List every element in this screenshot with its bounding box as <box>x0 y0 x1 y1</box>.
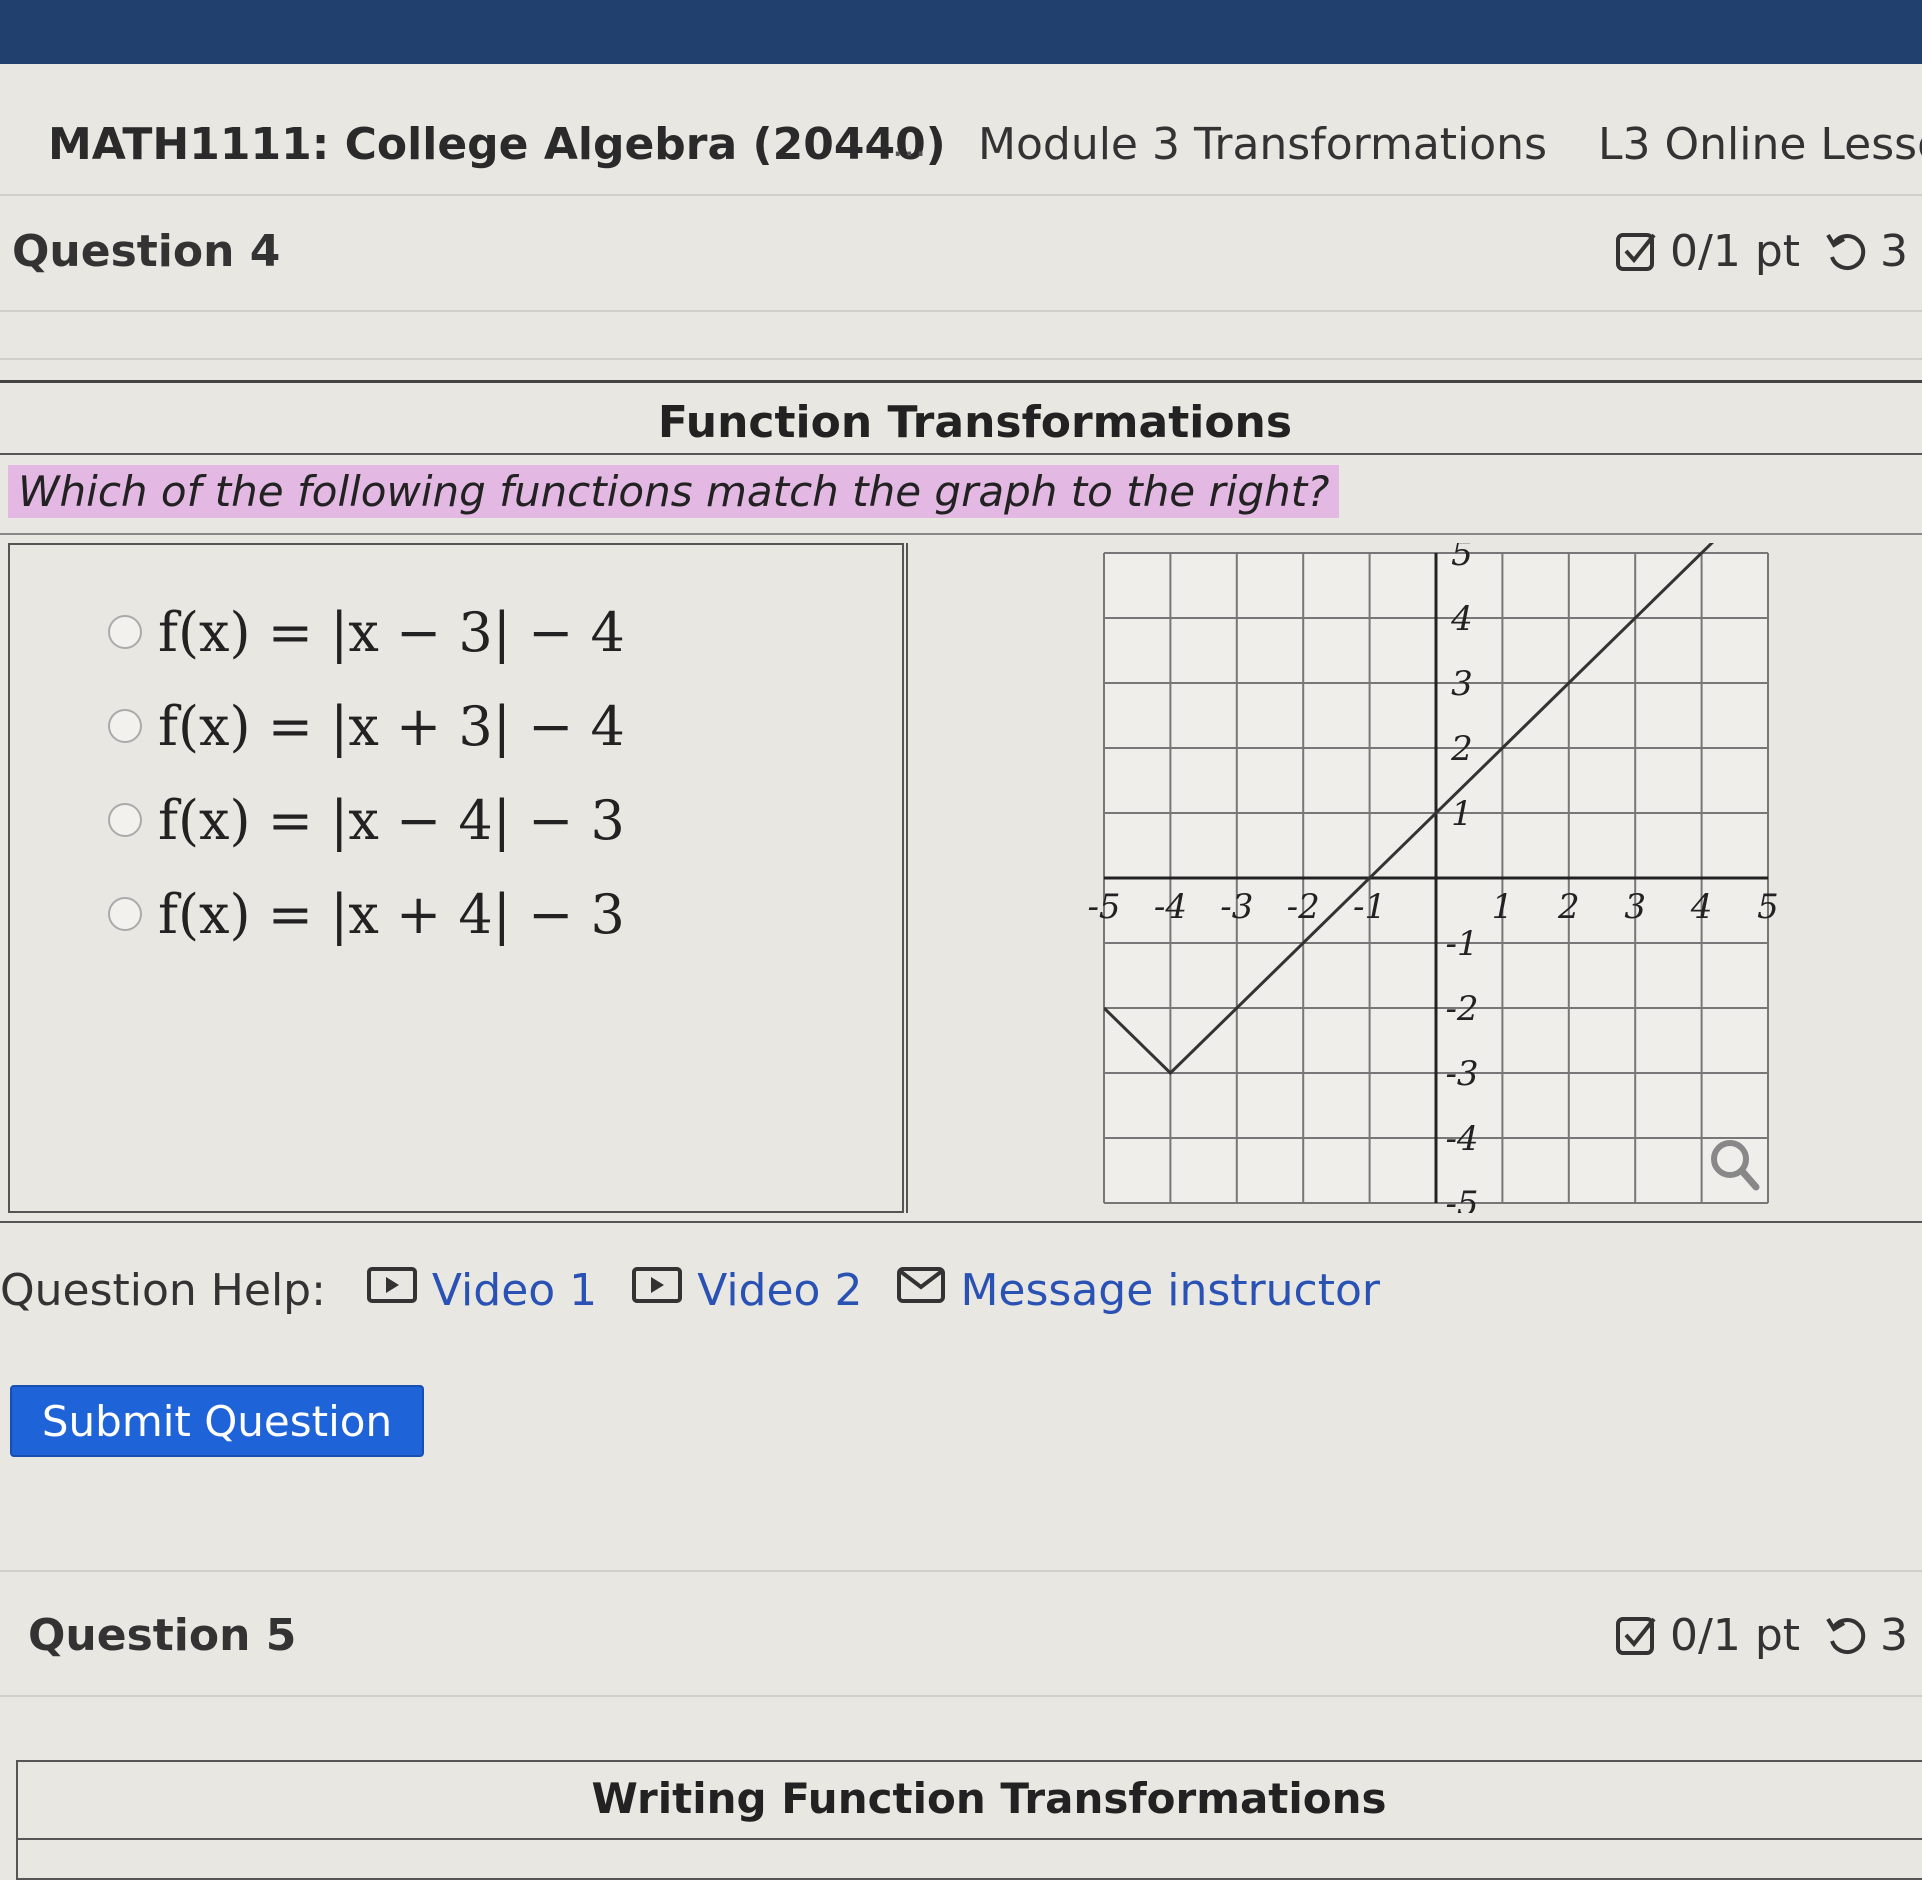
message-instructor-label: Message instructor <box>960 1265 1380 1316</box>
answer-option-3[interactable]: f(x) = |x − 4| − 3 <box>108 773 625 867</box>
video-1-label: Video 1 <box>431 1265 598 1316</box>
breadcrumb-course[interactable]: MATH1111: College Algebra (20440) <box>48 119 946 170</box>
question-4-attempts: 3 <box>1880 226 1908 277</box>
answer-option-4-formula: f(x) = |x + 4| − 3 <box>158 882 625 946</box>
question-4-box: Function Transformations Which of the fo… <box>0 380 1922 1224</box>
y-tick-label: -2 <box>1445 989 1478 1029</box>
function-graph: -5 -4 -3 -2 -1 1 2 3 4 5 5 4 3 2 1 -1 -2 -3 -4 -5 <box>1087 534 1779 1224</box>
divider <box>0 1570 1922 1572</box>
divider <box>18 1838 1922 1840</box>
x-tick-label: -1 <box>1353 887 1386 927</box>
question-4-score: 0/1 pt 3 <box>1614 226 1908 277</box>
video-icon <box>366 1265 432 1316</box>
submit-question-button[interactable]: Submit Question <box>10 1385 424 1457</box>
answer-option-4[interactable]: f(x) = |x + 4| − 3 <box>108 867 625 961</box>
x-tick-label: 2 <box>1557 887 1580 927</box>
question-4-title: Question 4 <box>12 226 281 277</box>
question-help: Question Help: Video 1 Video 2 Message i… <box>0 1265 1414 1316</box>
question-5-attempts: 3 <box>1880 1610 1908 1661</box>
graph-cell: -5 -4 -3 -2 -1 1 2 3 4 5 5 4 3 2 1 -1 -2 -3 -4 -5 <box>906 534 1922 1224</box>
y-tick-label: 1 <box>1451 794 1473 834</box>
answer-options: f(x) = |x − 3| − 4 f(x) = |x + 3| − 4 f(… <box>108 585 625 961</box>
answer-option-3-formula: f(x) = |x − 4| − 3 <box>158 788 625 852</box>
y-tick-label: -1 <box>1445 924 1478 964</box>
video-icon <box>631 1265 697 1316</box>
y-tick-label: -4 <box>1445 1119 1478 1159</box>
question-5-header: Question 5 0/1 pt 3 <box>0 1580 1922 1690</box>
x-tick-label: 4 <box>1690 887 1713 927</box>
y-tick-label: 3 <box>1451 664 1473 704</box>
radio-button[interactable] <box>108 897 142 931</box>
answer-options-cell: f(x) = |x − 3| − 4 f(x) = |x + 3| − 4 f(… <box>8 543 904 1213</box>
x-tick-label: -2 <box>1287 887 1320 927</box>
breadcrumb-ellipsis[interactable]: ... <box>892 124 926 165</box>
question-5-box: Writing Function Transformations <box>16 1760 1922 1880</box>
divider <box>0 358 1922 360</box>
y-tick-label: 4 <box>1450 599 1473 639</box>
radio-button[interactable] <box>108 803 142 837</box>
question-prompt: Which of the following functions match t… <box>8 465 1340 518</box>
question-5-box-title: Writing Function Transformations <box>591 1774 1387 1823</box>
answer-option-2[interactable]: f(x) = |x + 3| − 4 <box>108 679 625 773</box>
answer-option-1-formula: f(x) = |x − 3| − 4 <box>158 600 625 664</box>
divider <box>0 310 1922 312</box>
x-tick-label: -5 <box>1087 887 1120 927</box>
x-tick-label: 5 <box>1757 887 1779 927</box>
question-4-box-title: Function Transformations <box>657 397 1293 448</box>
check-box-icon <box>1614 229 1660 275</box>
divider <box>0 1695 1922 1697</box>
question-5-points: 0/1 pt <box>1670 1610 1800 1661</box>
radio-button[interactable] <box>108 615 142 649</box>
divider <box>0 1221 1922 1223</box>
check-box-icon <box>1614 1613 1660 1659</box>
mail-icon <box>896 1265 960 1316</box>
video-2-label: Video 2 <box>697 1265 863 1316</box>
question-5-score: 0/1 pt 3 <box>1614 1610 1908 1661</box>
retry-icon[interactable] <box>1824 1613 1870 1659</box>
breadcrumb-lesson[interactable]: L3 Online Lesso <box>1598 119 1922 170</box>
answer-option-2-formula: f(x) = |x + 3| − 4 <box>158 694 625 758</box>
x-tick-label: -3 <box>1220 887 1253 927</box>
video-1-link[interactable]: Video 1 <box>366 1265 597 1316</box>
y-tick-label: 2 <box>1450 729 1473 769</box>
radio-button[interactable] <box>108 709 142 743</box>
top-bar <box>0 0 1922 64</box>
divider <box>0 533 1922 535</box>
message-instructor-link[interactable]: Message instructor <box>896 1265 1380 1316</box>
x-tick-label: -4 <box>1154 887 1187 927</box>
question-help-label: Question Help: <box>0 1265 326 1316</box>
question-4-points: 0/1 pt <box>1670 226 1800 277</box>
x-tick-label: 1 <box>1492 887 1514 927</box>
y-tick-label: -3 <box>1445 1054 1478 1094</box>
question-5-title: Question 5 <box>28 1610 297 1661</box>
y-tick-label: 5 <box>1451 543 1473 574</box>
breadcrumb-module[interactable]: Module 3 Transformations <box>978 119 1547 170</box>
answer-option-1[interactable]: f(x) = |x − 3| − 4 <box>108 585 625 679</box>
breadcrumb: MATH1111: College Algebra (20440) ... Mo… <box>0 64 1922 196</box>
divider <box>0 453 1922 455</box>
video-2-link[interactable]: Video 2 <box>631 1265 862 1316</box>
y-tick-label: -5 <box>1445 1184 1478 1213</box>
x-tick-label: 3 <box>1624 887 1646 927</box>
question-4-header: Question 4 0/1 pt 3 <box>0 196 1922 306</box>
retry-icon[interactable] <box>1824 229 1870 275</box>
